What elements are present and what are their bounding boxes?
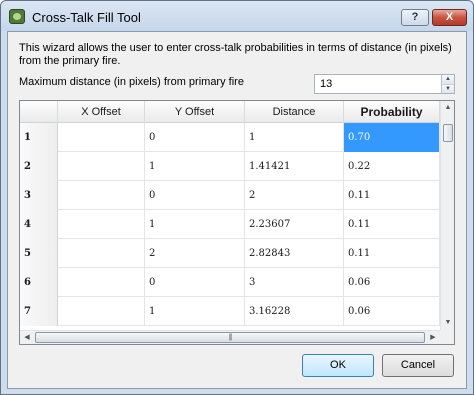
description-text: This wizard allows the user to enter cro… [19,42,452,67]
column-header-y-offset[interactable]: Y Offset [145,101,245,123]
column-header-distance[interactable]: Distance [245,101,344,123]
max-distance-value[interactable]: 13 [320,78,332,90]
probability-cell[interactable]: 0.06 [344,268,440,297]
vertical-scroll-thumb[interactable] [443,124,453,142]
horizontal-scroll-thumb[interactable]: ||| [35,332,425,343]
y-offset-cell[interactable]: 1 [145,152,245,181]
scroll-corner [440,330,454,344]
probability-cell[interactable]: 0.11 [344,239,440,268]
y-offset-cell[interactable]: 2 [145,239,245,268]
row-header[interactable]: 5 [20,239,58,268]
table-row: 4 1 2.23607 0.11 [20,210,440,239]
row-header[interactable]: 7 [20,297,58,326]
distance-cell[interactable]: 3 [245,268,344,297]
table-header: X Offset Y Offset Distance Probability [20,101,440,123]
column-header-probability[interactable]: Probability [344,101,440,123]
app-icon [9,9,25,24]
probability-cell[interactable]: 0.70 [344,123,440,152]
x-offset-cell[interactable] [58,181,145,210]
close-button[interactable]: X [432,9,467,26]
vertical-scrollbar[interactable]: ▲ ▼ [440,101,454,330]
distance-cell[interactable]: 1 [245,123,344,152]
x-offset-cell[interactable] [58,239,145,268]
table-row: 1 0 1 0.70 [20,123,440,152]
ok-button[interactable]: OK [302,354,374,377]
table-row: 3 0 2 0.11 [20,181,440,210]
corner-header[interactable] [20,101,58,123]
distance-cell[interactable]: 2.23607 [245,210,344,239]
spin-down-icon[interactable]: ▼ [441,84,454,93]
probability-cell[interactable]: 0.22 [344,152,440,181]
scroll-right-icon[interactable]: ▶ [426,331,440,344]
x-offset-cell[interactable] [58,152,145,181]
scroll-left-icon[interactable]: ◀ [20,331,34,344]
x-offset-cell[interactable] [58,268,145,297]
dialog-window: Cross-Talk Fill Tool ? X This wizard all… [0,0,474,395]
table-row: 2 1 1.41421 0.22 [20,152,440,181]
x-offset-cell[interactable] [58,210,145,239]
column-header-x-offset[interactable]: X Offset [58,101,145,123]
y-offset-cell[interactable]: 0 [145,181,245,210]
table-row: 7 1 3.16228 0.06 [20,297,440,326]
distance-cell[interactable]: 3.16228 [245,297,344,326]
row-header[interactable]: 6 [20,268,58,297]
table-row: 6 0 3 0.06 [20,268,440,297]
y-offset-cell[interactable]: 1 [145,210,245,239]
distance-cell[interactable]: 2 [245,181,344,210]
title-bar[interactable]: Cross-Talk Fill Tool ? X [1,1,473,31]
x-offset-cell[interactable] [58,123,145,152]
y-offset-cell[interactable]: 0 [145,123,245,152]
help-button[interactable]: ? [401,9,429,26]
row-header[interactable]: 3 [20,181,58,210]
probability-table: X Offset Y Offset Distance Probability 1… [19,100,455,345]
y-offset-cell[interactable]: 0 [145,268,245,297]
dialog-body: This wizard allows the user to enter cro… [7,31,467,389]
probability-cell[interactable]: 0.11 [344,210,440,239]
row-header[interactable]: 1 [20,123,58,152]
cancel-button[interactable]: Cancel [382,354,454,377]
row-header[interactable]: 2 [20,152,58,181]
horizontal-scrollbar[interactable]: ◀ ||| ▶ [20,330,440,344]
table-row: 5 2 2.82843 0.11 [20,239,440,268]
scroll-up-icon[interactable]: ▲ [441,101,454,115]
y-offset-cell[interactable]: 1 [145,297,245,326]
distance-cell[interactable]: 2.82843 [245,239,344,268]
probability-cell[interactable]: 0.06 [344,297,440,326]
max-distance-spinbox[interactable]: 13 ▲ ▼ [314,74,455,94]
x-offset-cell[interactable] [58,297,145,326]
row-header[interactable]: 4 [20,210,58,239]
distance-cell[interactable]: 1.41421 [245,152,344,181]
window-title: Cross-Talk Fill Tool [32,10,141,25]
spin-up-icon[interactable]: ▲ [441,75,454,84]
probability-cell[interactable]: 0.11 [344,181,440,210]
max-distance-label: Maximum distance (in pixels) from primar… [19,76,244,88]
scroll-down-icon[interactable]: ▼ [441,316,454,330]
